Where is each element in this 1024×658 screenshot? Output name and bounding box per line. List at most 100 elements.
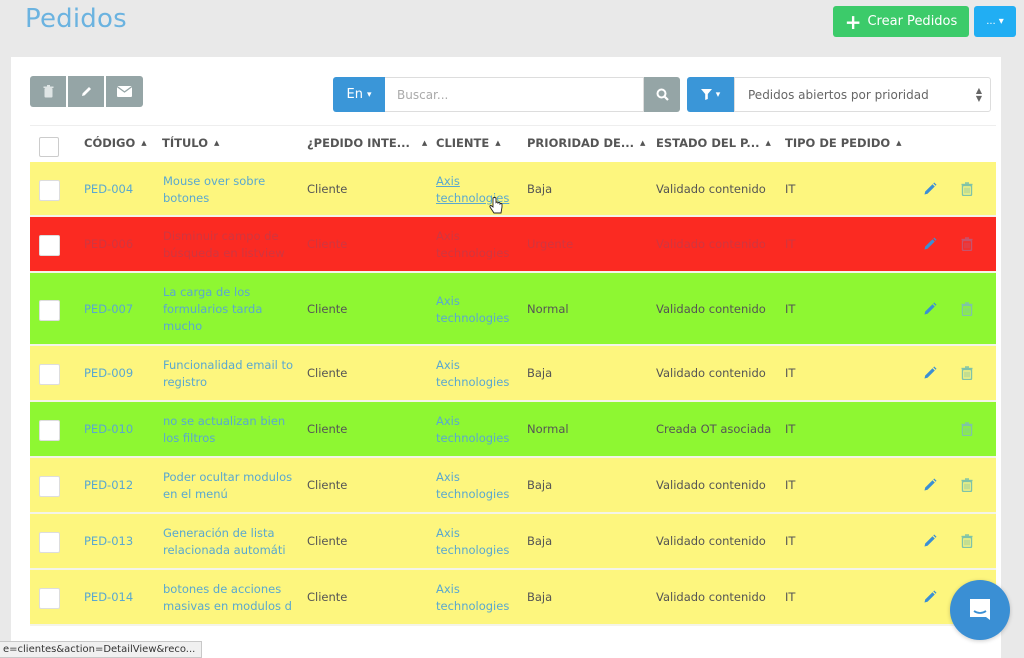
table-row[interactable]: PED-012 Poder ocultar modulos en el menú C… (30, 458, 996, 514)
edit-row-button[interactable] (923, 237, 937, 256)
code-link[interactable]: PED-014 (84, 589, 133, 606)
chat-icon (970, 599, 990, 620)
column-header-pedido-interno[interactable]: ¿PEDIDO INTE... ▲ (307, 136, 427, 150)
delete-row-button[interactable] (961, 237, 973, 256)
delete-row-button[interactable] (961, 422, 973, 441)
title-link[interactable]: botones de acciones masivas en modulos d (163, 581, 298, 615)
table-row[interactable]: PED-014 botones de acciones masivas en mo… (30, 570, 996, 626)
delete-row-button[interactable] (961, 301, 973, 321)
caret-down-icon: ▾ (715, 89, 721, 100)
column-header-codigo[interactable]: CÓDIGO ▲ (84, 136, 147, 150)
code-link[interactable]: PED-004 (84, 181, 133, 198)
caret-down-icon: ▾ (998, 16, 1004, 27)
tipo-value: IT (785, 534, 796, 548)
plus-icon: + (844, 9, 862, 34)
title-link[interactable]: La carga de los formularios tarda mucho (163, 284, 298, 335)
title-link[interactable]: Mouse over sobre botones (163, 173, 298, 207)
delete-row-button[interactable] (961, 181, 973, 201)
delete-row-button[interactable] (961, 478, 973, 497)
table-row[interactable]: PED-013 Generación de lista relacionada a… (30, 514, 996, 570)
pencil-icon (923, 590, 937, 607)
delete-row-button[interactable] (961, 366, 973, 385)
edit-row-button[interactable] (923, 182, 937, 201)
bulk-delete-button[interactable] (30, 76, 66, 107)
row-checkbox[interactable] (39, 299, 60, 321)
row-checkbox[interactable] (39, 588, 60, 609)
client-link[interactable]: Axis technologies (436, 293, 516, 327)
saved-filter-value: Pedidos abiertos por prioridad (748, 87, 929, 102)
create-pedidos-button[interactable]: + Crear Pedidos (833, 6, 969, 37)
title-link[interactable]: Disminuir campo de búsqueda en listview (163, 228, 298, 262)
edit-row-button[interactable] (923, 590, 937, 609)
title-link[interactable]: no se actualizan bien los filtros (163, 413, 298, 447)
sort-asc-icon: ▲ (765, 139, 771, 147)
bulk-actions-group (30, 76, 143, 107)
edit-row-button[interactable] (923, 366, 937, 385)
priority-value: Normal (527, 422, 569, 436)
title-link[interactable]: Generación de lista relacionada automáti (163, 525, 298, 559)
row-checkbox[interactable] (39, 420, 60, 441)
more-actions-button[interactable]: ... ▾ (974, 6, 1016, 37)
hand-cursor-icon (489, 197, 503, 214)
filter-dropdown-button[interactable]: ▾ (687, 77, 734, 112)
sort-asc-icon: ▲ (214, 139, 220, 147)
estado-value: Creada OT asociada (656, 422, 772, 436)
caret-down-icon: ▾ (366, 89, 372, 100)
client-link[interactable]: Axis technologies (436, 357, 516, 391)
table-row[interactable]: PED-007 La carga de los formularios tarda… (30, 273, 996, 346)
row-checkbox[interactable] (39, 476, 60, 497)
filter-icon (700, 89, 712, 100)
row-checkbox[interactable] (39, 235, 60, 256)
code-link[interactable]: PED-012 (84, 477, 133, 494)
code-link[interactable]: PED-013 (84, 533, 133, 550)
table-row[interactable]: PED-006 Disminuir campo de búsqueda en li… (30, 217, 996, 273)
table-row[interactable]: PED-010 no se actualizan bien los filtros… (30, 402, 996, 458)
column-header-prioridad[interactable]: PRIORIDAD DE... ▲ (527, 136, 645, 150)
title-link[interactable]: Funcionalidad email to registro (163, 357, 298, 391)
trash-icon (961, 301, 973, 319)
column-header-tipo[interactable]: TIPO DE PEDIDO ▲ (785, 136, 902, 150)
search-button[interactable] (644, 77, 680, 112)
column-header-cliente[interactable]: CLIENTE ▲ (436, 136, 501, 150)
pedido-interno-value: Cliente (307, 534, 348, 548)
trash-icon (961, 181, 973, 199)
client-link[interactable]: Axis technologies (436, 525, 516, 559)
table-row[interactable]: PED-004 Mouse over sobre botones Cliente Ax… (30, 162, 996, 217)
code-link[interactable]: PED-007 (84, 301, 133, 318)
code-link[interactable]: PED-006 (84, 236, 133, 253)
client-link[interactable]: Axis technologies (436, 469, 516, 503)
estado-value: Validado contenido (656, 534, 766, 548)
estado-value: Validado contenido (656, 478, 766, 492)
saved-filter-select[interactable]: Pedidos abiertos por prioridad ▲ ▼ (734, 77, 991, 112)
select-all-checkbox[interactable] (39, 137, 59, 157)
table-header: CÓDIGO ▲ TÍTULO ▲ ¿PEDIDO INTE... ▲ CLIENTE… (30, 125, 996, 161)
row-checkbox[interactable] (39, 532, 60, 553)
language-dropdown[interactable]: En ▾ (333, 77, 385, 112)
edit-row-button[interactable] (923, 534, 937, 553)
bulk-email-button[interactable] (106, 76, 143, 107)
search-input[interactable] (385, 77, 644, 112)
pedido-interno-value: Cliente (307, 301, 348, 316)
chat-launcher-button[interactable] (950, 580, 1010, 640)
column-header-titulo[interactable]: TÍTULO ▲ (162, 136, 219, 150)
trash-icon (961, 478, 973, 495)
edit-row-button[interactable] (923, 302, 937, 321)
client-link[interactable]: Axis technologies (436, 413, 516, 447)
code-link[interactable]: PED-010 (84, 421, 133, 438)
pencil-icon (923, 237, 937, 254)
code-link[interactable]: PED-009 (84, 365, 133, 382)
edit-row-button[interactable] (923, 478, 937, 497)
column-header-estado[interactable]: ESTADO DEL P... ▲ (656, 136, 771, 150)
sort-asc-icon: ▲ (495, 139, 501, 147)
delete-row-button[interactable] (961, 534, 973, 553)
client-link[interactable]: Axis technologies (436, 581, 516, 615)
row-checkbox[interactable] (39, 179, 60, 201)
row-checkbox[interactable] (39, 364, 60, 385)
client-link[interactable]: Axis technologies (436, 228, 516, 262)
estado-value: Validado contenido (656, 590, 766, 604)
table-row[interactable]: PED-009 Funcionalidad email to registro Cl… (30, 346, 996, 402)
title-link[interactable]: Poder ocultar modulos en el menú (163, 469, 298, 503)
bulk-edit-button[interactable] (68, 76, 104, 107)
client-link[interactable]: Axis technologies (436, 173, 516, 207)
envelope-icon (117, 86, 132, 97)
